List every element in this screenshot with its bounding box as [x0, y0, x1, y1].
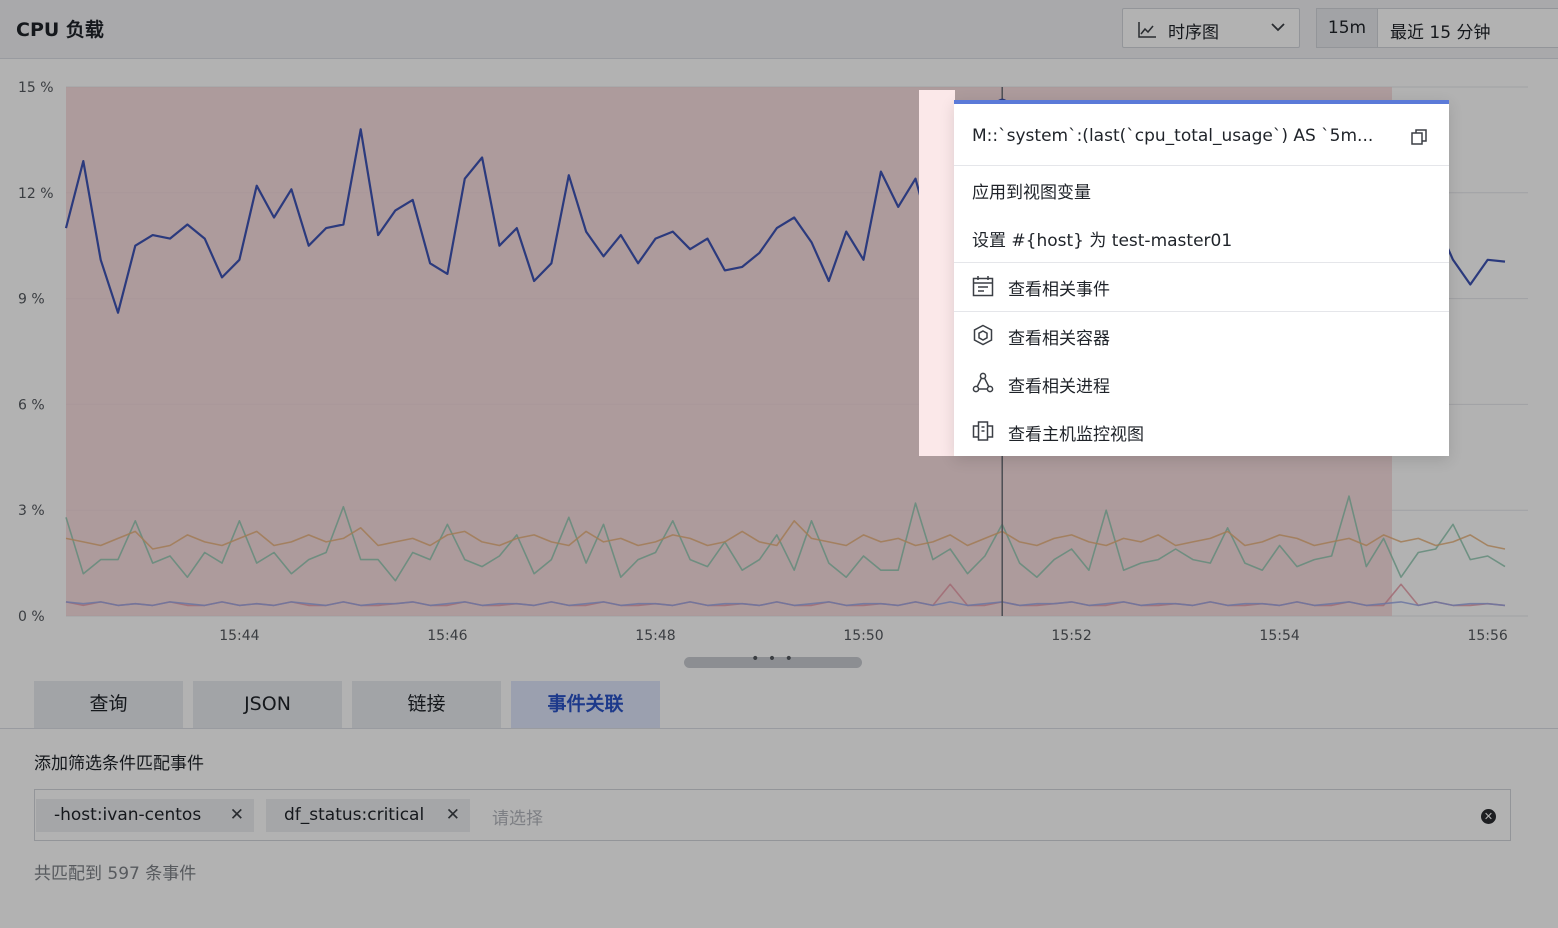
menu-item-related-processes[interactable]: 查看相关进程	[954, 372, 1449, 400]
menu-item-label: 查看相关进程	[1008, 377, 1110, 397]
context-menu: M::`system`:(last(`cpu_total_usage`) AS …	[954, 100, 1449, 456]
hover-highlight	[919, 90, 955, 456]
menu-item-related-events[interactable]: 查看相关事件	[954, 275, 1449, 303]
menu-item-apply-var[interactable]: 应用到视图变量	[954, 178, 1449, 206]
menu-item-label: 查看相关容器	[1008, 329, 1110, 349]
host-icon	[972, 421, 994, 441]
query-text: M::`system`:(last(`cpu_total_usage`) AS …	[972, 126, 1374, 146]
menu-separator	[954, 165, 1449, 166]
query-row[interactable]: M::`system`:(last(`cpu_total_usage`) AS …	[954, 104, 1449, 165]
menu-item-related-containers[interactable]: 查看相关容器	[954, 324, 1449, 352]
menu-item-label: 应用到视图变量	[972, 183, 1091, 203]
menu-item-label: 查看主机监控视图	[1008, 425, 1144, 445]
menu-separator	[954, 262, 1449, 263]
menu-separator	[954, 311, 1449, 312]
menu-item-label: 查看相关事件	[1008, 280, 1110, 300]
process-icon	[972, 372, 994, 393]
menu-item-label: 设置 #{host} 为 test-master01	[972, 231, 1233, 251]
hexagon-icon	[973, 324, 993, 346]
copy-icon[interactable]	[1410, 128, 1428, 146]
menu-item-set-host[interactable]: 设置 #{host} 为 test-master01	[954, 226, 1449, 254]
menu-item-host-view[interactable]: 查看主机监控视图	[954, 420, 1449, 448]
calendar-icon	[972, 276, 994, 297]
